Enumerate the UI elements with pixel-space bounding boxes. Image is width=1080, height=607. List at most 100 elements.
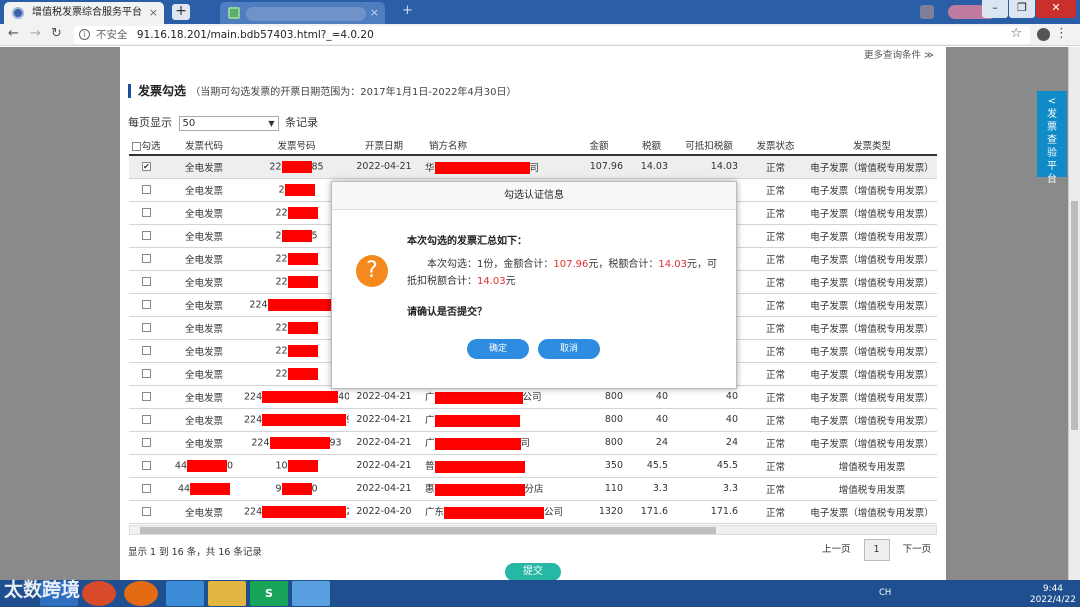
bookmark-star-icon[interactable]: ☆ bbox=[1010, 26, 1022, 41]
col-header: 开票日期 bbox=[349, 135, 419, 156]
ie-icon[interactable] bbox=[166, 581, 204, 606]
row-check-cell[interactable] bbox=[129, 339, 164, 363]
invoice-number-cell: 224 92 bbox=[244, 408, 349, 432]
col-header: 金额 bbox=[569, 135, 629, 156]
forward-arrow-icon[interactable]: → bbox=[30, 26, 41, 41]
perpage-select[interactable]: 50 ▼ bbox=[178, 115, 279, 131]
row-checkbox[interactable] bbox=[142, 208, 151, 217]
row-check-cell[interactable] bbox=[129, 270, 164, 294]
row-check-cell[interactable] bbox=[129, 362, 164, 386]
tab-close-icon[interactable]: × bbox=[370, 2, 379, 24]
invoice-number-prefix: 22 bbox=[275, 253, 288, 264]
submit-button[interactable]: 提交 bbox=[505, 563, 561, 580]
chrome-icon[interactable] bbox=[82, 581, 116, 606]
row-checkbox[interactable] bbox=[142, 438, 151, 447]
seller-name-prefix: 广 bbox=[425, 415, 435, 427]
tab-close-icon[interactable]: × bbox=[149, 2, 158, 24]
browser-tab-active[interactable]: 增值税发票综合服务平台 × bbox=[4, 2, 164, 24]
row-checkbox[interactable] bbox=[142, 346, 151, 355]
summary-text: 元 bbox=[505, 276, 516, 287]
account-icon[interactable] bbox=[1037, 28, 1050, 41]
invoice-code: 全电发票 bbox=[184, 208, 223, 220]
info-icon[interactable]: i bbox=[79, 29, 90, 40]
vertical-scrollbar[interactable] bbox=[1068, 47, 1080, 580]
row-checkbox[interactable]: ✔ bbox=[142, 162, 151, 172]
row-checkbox[interactable] bbox=[142, 231, 151, 240]
row-checkbox[interactable] bbox=[142, 484, 151, 493]
table-row[interactable]: 全电发票 224 93 2022-04-21 广司 800 24 24 正常 电子发票（增值税专用… bbox=[129, 431, 937, 455]
table-row[interactable]: 44 0 10 2022-04-21 普 350 45.5 45.5 正常 增值税专用发票 bbox=[129, 454, 937, 478]
browser-tab-inactive[interactable]: × bbox=[220, 2, 385, 24]
row-check-cell[interactable] bbox=[129, 454, 164, 478]
invoice-code-cell: 全电发票 bbox=[164, 293, 244, 317]
tray-language[interactable]: CH bbox=[879, 588, 891, 598]
row-checkbox[interactable] bbox=[142, 415, 151, 424]
table-row[interactable]: ✔ 全电发票 22 85 2022-04-21 华司 107.96 14.03 14.03 正常电… bbox=[129, 155, 937, 179]
row-check-cell[interactable] bbox=[129, 431, 164, 455]
app-window-icon[interactable] bbox=[292, 581, 330, 606]
seller-name-suffix: 司 bbox=[529, 162, 540, 174]
invoice-type-cell: 电子发票（增值税专用发票） bbox=[807, 178, 937, 202]
row-checkbox[interactable] bbox=[142, 254, 151, 263]
row-checkbox[interactable] bbox=[142, 323, 151, 332]
row-checkbox[interactable] bbox=[142, 277, 151, 286]
row-check-cell[interactable] bbox=[129, 385, 164, 409]
row-check-cell[interactable] bbox=[129, 293, 164, 317]
more-filter-link[interactable]: 更多查询条件 ≫ bbox=[864, 47, 934, 61]
table-row[interactable]: 全电发票22422022-04-20广东公司1320171.6171.6正常电子… bbox=[129, 500, 937, 524]
row-check-cell[interactable] bbox=[129, 247, 164, 271]
blurred-icon bbox=[920, 5, 934, 19]
reload-icon[interactable]: ↻ bbox=[51, 26, 62, 41]
row-checkbox[interactable] bbox=[142, 392, 151, 401]
redaction bbox=[281, 160, 312, 173]
horizontal-scrollbar[interactable] bbox=[129, 525, 937, 535]
dialog-summary: 本次勾选：1份，金额合计：107.96元，税额合计：14.03元，可抵扣税额合计… bbox=[407, 256, 717, 290]
invoice-code-cell: 全电发票 bbox=[164, 178, 244, 202]
minimize-icon[interactable]: – bbox=[982, 0, 1008, 18]
row-check-cell[interactable] bbox=[129, 477, 164, 501]
table-row[interactable]: 全电发票224922022-04-21广8004040正常电子发票（增值税专用发… bbox=[129, 408, 937, 432]
row-check-cell[interactable] bbox=[129, 201, 164, 225]
url-field[interactable]: i 不安全 91.16.18.201/main.bdb57403.html?_=… bbox=[74, 26, 1030, 44]
redaction bbox=[269, 436, 330, 449]
table-row[interactable]: 44 9 0 2022-04-21 惠分店 110 3.3 3.3 正常 增值税专用发票 bbox=[129, 477, 937, 501]
invoice-code: 全电发票 bbox=[184, 231, 223, 243]
ok-button[interactable]: 确定 bbox=[467, 339, 529, 359]
col-header: 销方名称 bbox=[419, 135, 569, 156]
invoice-verify-side-tab[interactable]: < 发 票 查 验 平 台 bbox=[1037, 91, 1067, 185]
new-tab-button[interactable]: + bbox=[172, 4, 190, 20]
prev-page-button[interactable]: 上一页 bbox=[822, 544, 851, 555]
row-check-cell[interactable] bbox=[129, 178, 164, 202]
scroll-thumb[interactable] bbox=[1071, 201, 1078, 430]
row-checkbox[interactable] bbox=[142, 461, 151, 470]
window-close-icon[interactable]: ✕ bbox=[1036, 0, 1076, 18]
row-checkbox[interactable] bbox=[142, 507, 151, 516]
row-checkbox[interactable] bbox=[142, 300, 151, 309]
tray-clock[interactable]: 9:44 2022/4/22 bbox=[1030, 584, 1076, 606]
invoice-date-cell: 2022-04-21 bbox=[349, 431, 419, 455]
next-page-button[interactable]: 下一页 bbox=[903, 544, 932, 555]
invoice-code-cell: 全电发票 bbox=[164, 362, 244, 386]
row-check-cell[interactable] bbox=[129, 408, 164, 432]
cancel-button[interactable]: 取消 bbox=[538, 339, 600, 359]
new-tab-button-2[interactable]: + bbox=[402, 3, 413, 18]
back-arrow-icon[interactable]: ← bbox=[8, 26, 19, 41]
tax-cell: 14.03 bbox=[629, 155, 674, 179]
kebab-menu-icon[interactable]: ⋮ bbox=[1055, 26, 1068, 41]
row-checkbox[interactable] bbox=[142, 369, 151, 378]
explorer-icon[interactable] bbox=[208, 581, 246, 606]
invoice-type-cell: 电子发票（增值税专用发票） bbox=[807, 362, 937, 386]
app-s-icon[interactable]: S bbox=[250, 581, 288, 606]
row-check-cell[interactable]: ✔ bbox=[129, 155, 164, 179]
firefox-icon[interactable] bbox=[124, 581, 158, 606]
redaction bbox=[434, 437, 521, 450]
row-checkbox[interactable] bbox=[142, 185, 151, 194]
restore-icon[interactable]: ❐ bbox=[1009, 0, 1035, 18]
row-check-cell[interactable] bbox=[129, 500, 164, 524]
amount-cell: 1320 bbox=[569, 500, 629, 524]
row-check-cell[interactable] bbox=[129, 224, 164, 248]
scroll-thumb[interactable] bbox=[140, 527, 716, 534]
tax-cell: 24 bbox=[629, 431, 674, 455]
row-check-cell[interactable] bbox=[129, 316, 164, 340]
page-number[interactable]: 1 bbox=[863, 539, 890, 561]
